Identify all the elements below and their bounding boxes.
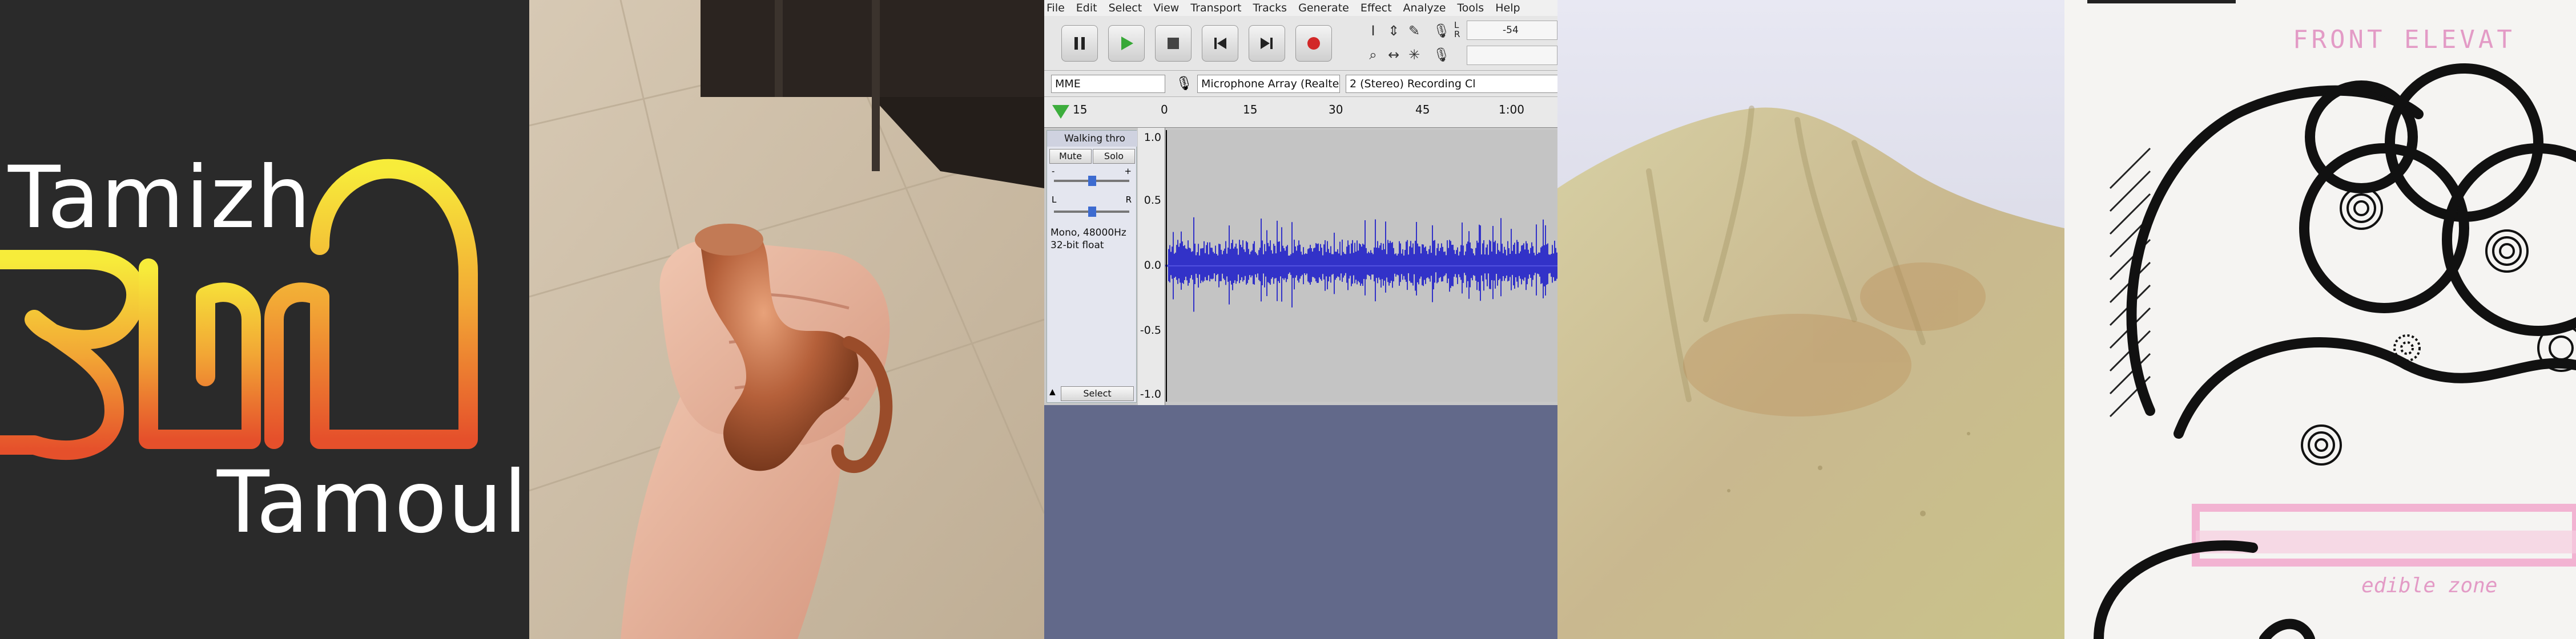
sketch-caption: edible zone [2361,574,2498,597]
amp-0-5: 0.5 [1144,194,1161,207]
track-area: × Walking thro Mute Solo - + L R Mono, 4… [1044,128,1557,405]
amplitude-ruler: 1.0 0.5 0.0 -0.5 -1.0 [1138,128,1165,405]
ink-sketch-drawing: FRONT ELEVAT edible zone [2064,0,2576,639]
stop-icon [1168,38,1179,49]
timeshift-tool-icon[interactable]: ↔ [1384,46,1403,64]
menu-view[interactable]: View [1153,2,1179,14]
gain-minus: - [1052,166,1055,176]
tick-15: 15 [1243,103,1258,116]
menu-effect[interactable]: Effect [1361,2,1392,14]
skip-start-icon [1214,38,1226,49]
meter-channel-r: R [1454,29,1460,39]
tick-0: 0 [1161,103,1168,116]
gain-labels: - + [1052,166,1132,176]
playback-meter-speaker-icon[interactable]: 🎙 [1432,46,1451,64]
multi-tool-icon[interactable]: ✳ [1405,46,1423,64]
hand-photo-illustration [529,0,1044,639]
skip-end-button[interactable] [1249,25,1285,62]
channels-select[interactable]: 2 (Stereo) Recording Cl [1346,75,1557,93]
menu-file[interactable]: File [1046,2,1065,14]
menu-help[interactable]: Help [1495,2,1520,14]
draw-tool-icon[interactable]: ✎ [1405,22,1423,40]
sketch-illustration [2064,0,2576,639]
waveform-graphic [1165,130,1557,402]
menu-analyze[interactable]: Analyze [1403,2,1446,14]
menu-tracks[interactable]: Tracks [1253,2,1287,14]
amp-neg-0-5: -0.5 [1140,324,1161,337]
mute-button[interactable]: Mute [1049,149,1092,164]
play-button[interactable] [1108,25,1145,62]
skip-start-button[interactable] [1202,25,1238,62]
microphone-icon: 🎙 [1176,75,1193,91]
stop-button[interactable] [1155,25,1192,62]
tick-1-00: 1:00 [1499,103,1524,116]
menu-tools[interactable]: Tools [1457,2,1484,14]
record-button[interactable] [1295,25,1332,62]
track-control-panel: × Walking thro Mute Solo - + L R Mono, 4… [1046,130,1137,403]
audacity-window: File Edit Select View Transport Tracks G… [1044,0,1557,639]
gain-slider[interactable] [1054,176,1129,186]
menu-generate[interactable]: Generate [1298,2,1349,14]
tick-45: 45 [1415,103,1430,116]
menu-transport[interactable]: Transport [1190,2,1241,14]
meter-db-label: -54 [1503,25,1519,36]
amp-1-0: 1.0 [1144,131,1161,144]
pan-slider[interactable] [1054,207,1129,217]
zoom-tool-icon[interactable]: ⌕ [1364,46,1382,64]
track-name-menu[interactable]: Walking thro [1047,131,1137,147]
select-track-button[interactable]: Select [1061,386,1134,401]
pause-icon [1074,37,1085,50]
pause-button[interactable] [1061,25,1098,62]
gain-slider-thumb[interactable] [1088,176,1096,186]
textured-sheet-photo [1557,0,2064,639]
playback-meter[interactable] [1467,46,1557,65]
record-meter-mic-icon[interactable]: 🎙 [1432,22,1451,40]
skip-end-icon [1261,38,1273,49]
waveform-path [1165,217,1557,312]
audio-host-select[interactable]: MME [1051,75,1165,93]
amp-0-0: 0.0 [1144,259,1161,272]
pan-labels: L R [1052,195,1132,205]
waveform-view[interactable] [1165,130,1557,402]
tamil-logo-panel: Tamizh Tamoul [0,0,529,639]
textured-sheet-illustration [1557,0,2064,639]
track-bit-depth: 32-bit float [1050,240,1104,251]
recording-meter[interactable]: -54 [1467,21,1557,40]
solo-button[interactable]: Solo [1093,149,1135,164]
transport-toolbar: I ⇕ ✎ ⌕ ↔ ✳ 🎙 🎙 L R -54 [1044,16,1557,71]
pan-right: R [1125,195,1132,205]
menu-edit[interactable]: Edit [1076,2,1097,14]
track-format-info: Mono, 48000Hz 32-bit float [1050,227,1126,252]
menu-select[interactable]: Select [1109,2,1142,14]
play-icon [1121,37,1133,50]
input-device-select[interactable]: Microphone Array (Realtek(R) Au [1197,75,1340,93]
tick-neg15: 15 [1073,103,1088,116]
word-tamizh: Tamizh [8,148,312,248]
pan-left: L [1052,195,1057,205]
play-head-marker-icon [1052,105,1069,119]
hand-putty-photo [529,0,1044,639]
tick-30: 30 [1329,103,1343,116]
meter-channel-l: L [1454,20,1459,30]
amp-neg-1-0: -1.0 [1140,388,1161,401]
selection-tool-icon[interactable]: I [1364,22,1382,40]
track-rate: Mono, 48000Hz [1050,227,1126,238]
menu-bar: File Edit Select View Transport Tracks G… [1044,0,1557,16]
envelope-tool-icon[interactable]: ⇕ [1384,22,1403,40]
sketch-title: FRONT ELEVAT [2293,25,2515,54]
device-toolbar: MME 🎙 Microphone Array (Realtek(R) Au 2 … [1044,71,1557,97]
record-icon [1307,37,1320,50]
gain-plus: + [1124,166,1132,176]
pan-slider-thumb[interactable] [1088,207,1096,217]
word-tamoul: Tamoul [217,453,529,552]
meter-channel-labels: L R [1454,21,1460,39]
timeline-ruler[interactable]: 15 0 15 30 45 1:00 [1044,97,1557,128]
collapse-track-icon[interactable]: ▲ [1049,387,1056,397]
